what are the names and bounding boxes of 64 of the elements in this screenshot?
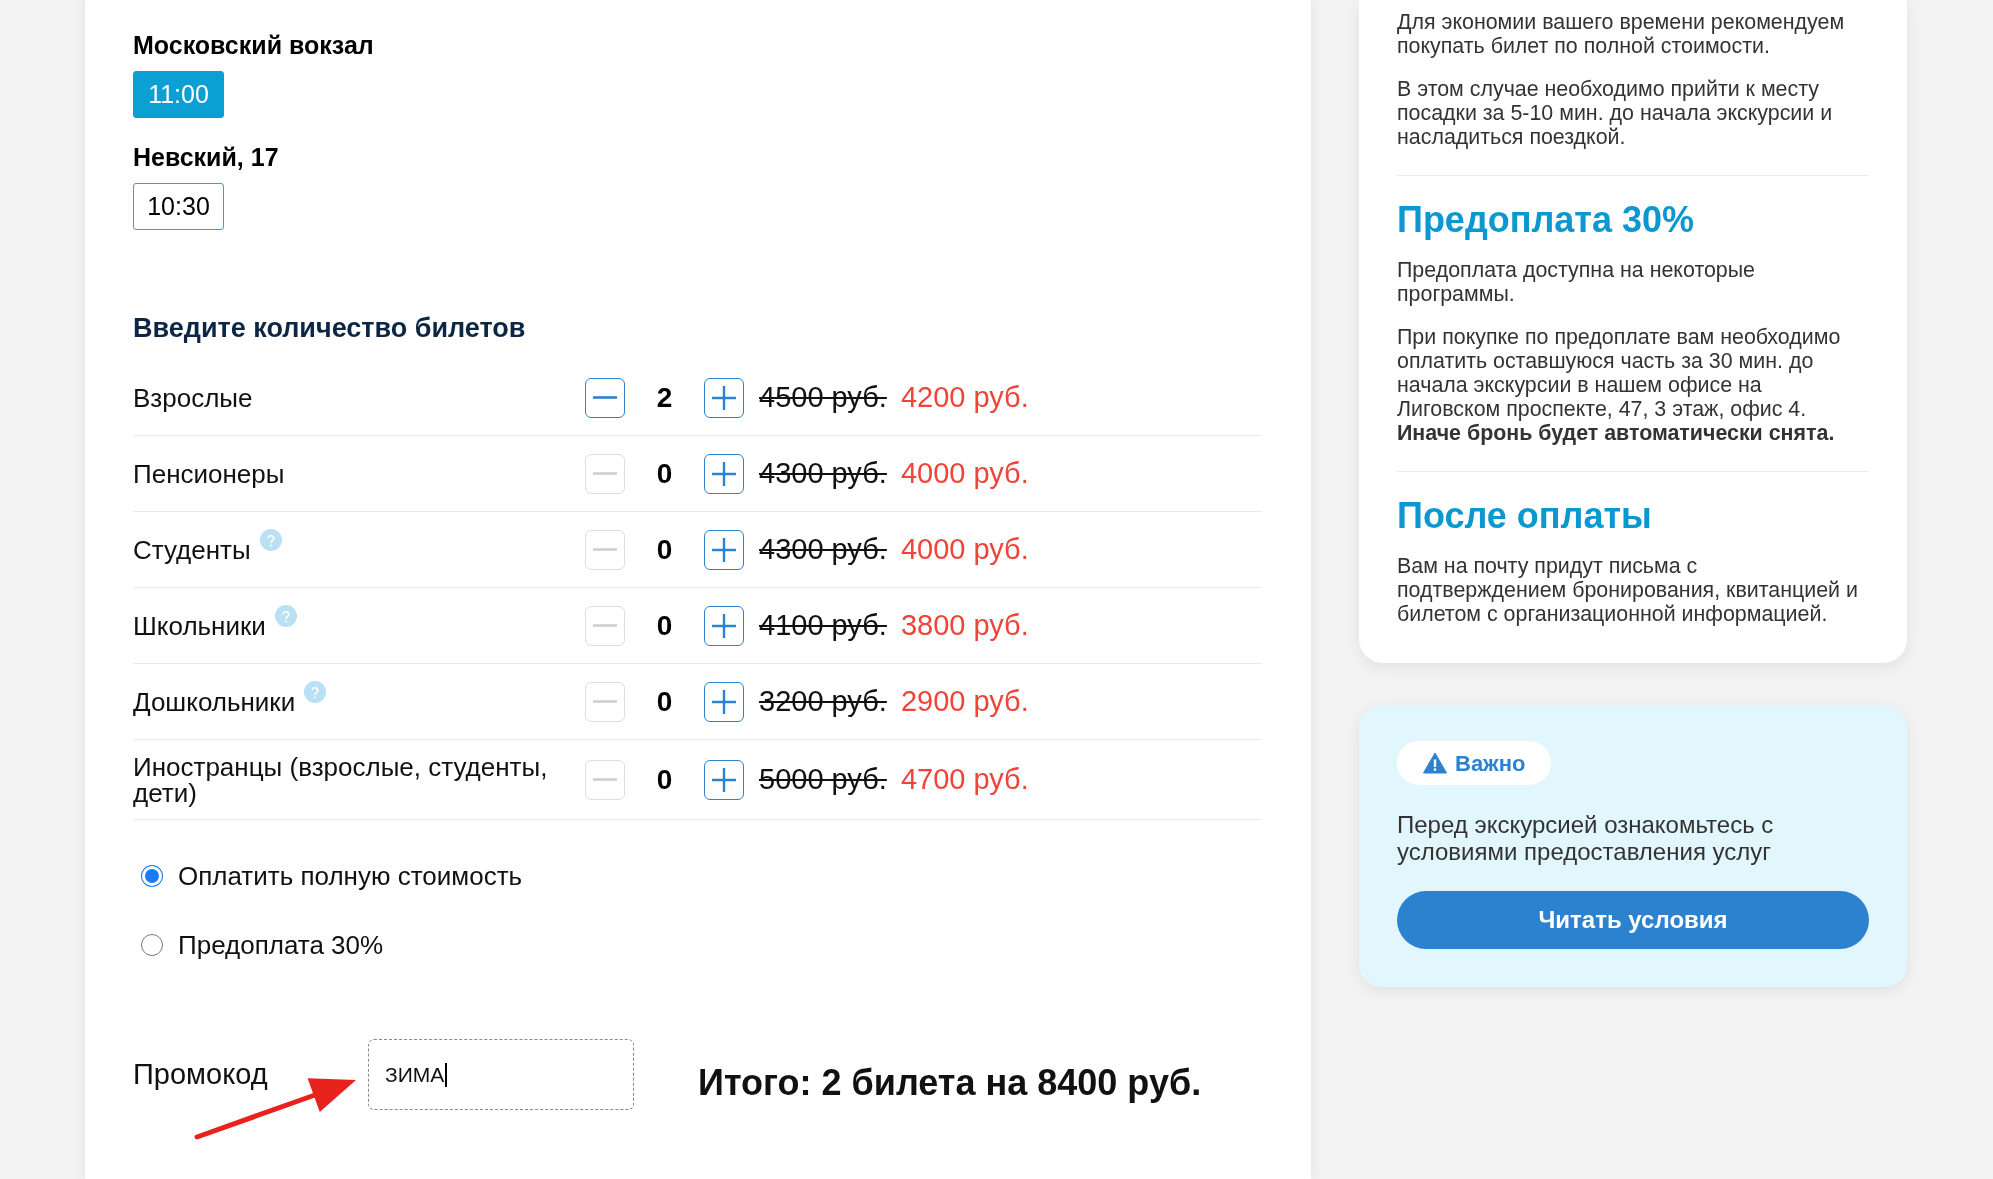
- ticket-type-label: Школьники: [133, 612, 266, 639]
- time-option[interactable]: 10:30: [133, 183, 224, 230]
- section-heading: Введите количество билетов: [133, 312, 526, 344]
- departure-place: Невский, 17: [133, 142, 279, 172]
- ticket-type-label: Студенты: [133, 536, 251, 563]
- minus-icon: [593, 548, 617, 551]
- discount-price: 4200 руб.: [900, 379, 1029, 415]
- notice-text: Перед экскурсией ознакомьтесь с условиями предоставления услуг: [1397, 811, 1775, 865]
- promo-code-field[interactable]: ЗИМА: [368, 1039, 634, 1110]
- old-price: 5000 руб.: [759, 761, 887, 797]
- radio-label: Оплатить полную стоимость: [178, 859, 523, 893]
- plus-icon: [712, 461, 736, 486]
- read-terms-button[interactable]: Читать условия: [1397, 891, 1869, 949]
- ticket-count: 2: [655, 380, 674, 415]
- ticket-count: 0: [655, 762, 674, 797]
- info-paragraph: При покупке по предоплате вам необходимо оплатить оставшуюся часть за 30 мин. до начала экскурсии в нашем офисе на Лиговском проспекте, 47, 3 этаж, офис 4. Иначе бронь будет автоматически снята.: [1397, 325, 1842, 445]
- old-price: 4300 руб.: [759, 531, 887, 567]
- old-price: 4300 руб.: [759, 455, 887, 491]
- ticket-count: 0: [655, 608, 674, 643]
- old-price: 3200 руб.: [759, 683, 887, 719]
- increase-button[interactable]: [704, 453, 744, 494]
- minus-icon: [593, 472, 617, 475]
- increase-button[interactable]: [704, 759, 744, 800]
- increase-button[interactable]: [704, 529, 744, 570]
- increase-button[interactable]: [704, 377, 744, 418]
- warning-icon: [1423, 752, 1447, 774]
- discount-price: 4000 руб.: [900, 531, 1029, 567]
- ticket-type-label: Дошкольники: [133, 688, 296, 715]
- plus-icon: [712, 385, 736, 410]
- decrease-button[interactable]: [585, 377, 625, 418]
- minus-icon: [593, 778, 617, 781]
- minus-icon: [593, 396, 617, 399]
- info-paragraph: Для экономии вашего времени рекомендуем покупать билет по полной стоимости.: [1397, 10, 1846, 58]
- radio-label: Предоплата 30%: [178, 928, 384, 962]
- plus-icon: [712, 689, 736, 714]
- ticket-count: 0: [655, 684, 674, 719]
- discount-price: 4000 руб.: [900, 455, 1029, 491]
- radio-button[interactable]: [141, 934, 163, 956]
- ticket-count: 0: [655, 456, 674, 491]
- notice-badge-text: Важно: [1455, 749, 1526, 778]
- promo-code-label: Промокод: [133, 1056, 269, 1092]
- discount-price: 4700 руб.: [900, 761, 1029, 797]
- minus-icon: [593, 624, 617, 627]
- order-total: Итого: 2 билета на 8400 руб.: [698, 1060, 1202, 1105]
- increase-button[interactable]: [704, 605, 744, 646]
- discount-price: 2900 руб.: [900, 683, 1029, 719]
- info-paragraph: Предоплата доступна на некоторые программы.: [1397, 258, 1756, 306]
- old-price: 4500 руб.: [759, 379, 887, 415]
- discount-price: 3800 руб.: [900, 607, 1029, 643]
- ticket-count: 0: [655, 532, 674, 567]
- ticket-type-label: Иностранцы (взрослые, студенты, дети): [133, 753, 549, 806]
- info-heading: Предоплата 30%: [1397, 199, 1695, 241]
- minus-icon: [593, 700, 617, 703]
- ticket-type-label: Пенсионеры: [133, 460, 285, 487]
- info-paragraph: Вам на почту придут письма с подтверждением бронирования, квитанцией и билетом с организационной информацией.: [1397, 554, 1859, 626]
- info-paragraph: В этом случае необходимо прийти к месту посадки за 5-10 мин. до начала экскурсии и насладиться поездкой.: [1397, 77, 1834, 149]
- departure-place: Московский вокзал: [133, 30, 374, 60]
- plus-icon: [712, 613, 736, 638]
- ticket-type-label: Взрослые: [133, 384, 253, 411]
- plus-icon: [712, 537, 736, 562]
- old-price: 4100 руб.: [759, 607, 887, 643]
- info-heading: После оплаты: [1397, 495, 1652, 537]
- increase-button[interactable]: [704, 681, 744, 722]
- plus-icon: [712, 767, 736, 792]
